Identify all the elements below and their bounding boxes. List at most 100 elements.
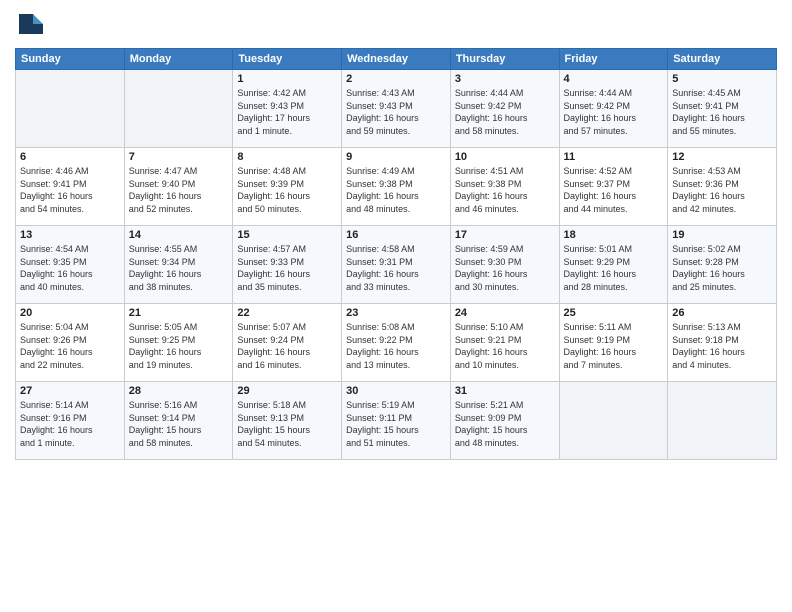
day-info: Sunrise: 4:48 AM Sunset: 9:39 PM Dayligh… (237, 165, 337, 215)
day-number: 4 (564, 73, 664, 85)
day-number: 9 (346, 151, 446, 163)
day-number: 29 (237, 385, 337, 397)
weekday-header-thursday: Thursday (450, 49, 559, 70)
calendar-cell: 29 Sunrise: 5:18 AM Sunset: 9:13 PM Dayli… (233, 382, 342, 460)
calendar-cell: 14Sunrise: 4:55 AM Sunset: 9:34 PM Dayli… (124, 226, 233, 304)
day-info: Sunrise: 5:14 AM Sunset: 9:16 PM Dayligh… (20, 399, 120, 449)
calendar-cell: 9 Sunrise: 4:49 AM Sunset: 9:38 PM Daylig… (342, 148, 451, 226)
day-number: 3 (455, 73, 555, 85)
calendar-cell: 16 Sunrise: 4:58 AM Sunset: 9:31 PM Dayli… (342, 226, 451, 304)
week-row-1: 1 Sunrise: 4:42 AM Sunset: 9:43 PM Daylig… (16, 70, 777, 148)
day-number: 28 (129, 385, 229, 397)
day-info: Sunrise: 4:59 AM Sunset: 9:30 PM Dayligh… (455, 243, 555, 293)
weekday-header-tuesday: Tuesday (233, 49, 342, 70)
calendar-cell: 12 Sunrise: 4:53 AM Sunset: 9:36 PM Dayli… (668, 148, 777, 226)
day-number: 5 (672, 73, 772, 85)
calendar-cell: 21 Sunrise: 5:05 AM Sunset: 9:25 PM Dayli… (124, 304, 233, 382)
weekday-header-row: SundayMondayTuesdayWednesdayThursdayFrid… (16, 49, 777, 70)
calendar-cell: 17 Sunrise: 4:59 AM Sunset: 9:30 PM Dayli… (450, 226, 559, 304)
day-number: 21 (129, 307, 229, 319)
week-row-3: 13 Sunrise: 4:54 AM Sunset: 9:35 PM Dayli… (16, 226, 777, 304)
day-info: Sunrise: 5:13 AM Sunset: 9:18 PM Dayligh… (672, 321, 772, 371)
day-number: 6 (20, 151, 120, 163)
calendar-cell: 27 Sunrise: 5:14 AM Sunset: 9:16 PM Dayli… (16, 382, 125, 460)
calendar-cell: 13 Sunrise: 4:54 AM Sunset: 9:35 PM Dayli… (16, 226, 125, 304)
day-number: 17 (455, 229, 555, 241)
day-info: Sunrise: 5:21 AM Sunset: 9:09 PM Dayligh… (455, 399, 555, 449)
day-info: Sunrise: 4:44 AM Sunset: 9:42 PM Dayligh… (564, 87, 664, 137)
day-info: Sunrise: 5:08 AM Sunset: 9:22 PM Dayligh… (346, 321, 446, 371)
calendar-cell (668, 382, 777, 460)
day-info: Sunrise: 4:51 AM Sunset: 9:38 PM Dayligh… (455, 165, 555, 215)
day-info: Sunrise: 4:52 AM Sunset: 9:37 PM Dayligh… (564, 165, 664, 215)
calendar-cell: 22Sunrise: 5:07 AM Sunset: 9:24 PM Dayli… (233, 304, 342, 382)
calendar-cell (124, 70, 233, 148)
day-info: Sunrise: 4:54 AM Sunset: 9:35 PM Dayligh… (20, 243, 120, 293)
day-info: Sunrise: 4:49 AM Sunset: 9:38 PM Dayligh… (346, 165, 446, 215)
day-number: 18 (564, 229, 664, 241)
day-number: 10 (455, 151, 555, 163)
day-info: Sunrise: 5:11 AM Sunset: 9:19 PM Dayligh… (564, 321, 664, 371)
day-info: Sunrise: 5:10 AM Sunset: 9:21 PM Dayligh… (455, 321, 555, 371)
day-info: Sunrise: 5:04 AM Sunset: 9:26 PM Dayligh… (20, 321, 120, 371)
calendar-cell: 25Sunrise: 5:11 AM Sunset: 9:19 PM Dayli… (559, 304, 668, 382)
day-info: Sunrise: 5:05 AM Sunset: 9:25 PM Dayligh… (129, 321, 229, 371)
weekday-header-sunday: Sunday (16, 49, 125, 70)
day-number: 7 (129, 151, 229, 163)
day-info: Sunrise: 4:44 AM Sunset: 9:42 PM Dayligh… (455, 87, 555, 137)
day-number: 30 (346, 385, 446, 397)
calendar-cell: 24 Sunrise: 5:10 AM Sunset: 9:21 PM Dayli… (450, 304, 559, 382)
weekday-header-friday: Friday (559, 49, 668, 70)
calendar-cell (559, 382, 668, 460)
calendar-cell: 23Sunrise: 5:08 AM Sunset: 9:22 PM Dayli… (342, 304, 451, 382)
day-info: Sunrise: 5:19 AM Sunset: 9:11 PM Dayligh… (346, 399, 446, 449)
calendar-cell: 28 Sunrise: 5:16 AM Sunset: 9:14 PM Dayli… (124, 382, 233, 460)
day-number: 27 (20, 385, 120, 397)
calendar-cell: 20 Sunrise: 5:04 AM Sunset: 9:26 PM Dayli… (16, 304, 125, 382)
calendar-cell: 11 Sunrise: 4:52 AM Sunset: 9:37 PM Dayli… (559, 148, 668, 226)
day-number: 2 (346, 73, 446, 85)
day-number: 11 (564, 151, 664, 163)
calendar-cell: 19 Sunrise: 5:02 AM Sunset: 9:28 PM Dayli… (668, 226, 777, 304)
weekday-header-wednesday: Wednesday (342, 49, 451, 70)
day-info: Sunrise: 5:02 AM Sunset: 9:28 PM Dayligh… (672, 243, 772, 293)
calendar-cell: 5Sunrise: 4:45 AM Sunset: 9:41 PM Daylig… (668, 70, 777, 148)
day-info: Sunrise: 4:58 AM Sunset: 9:31 PM Dayligh… (346, 243, 446, 293)
day-number: 15 (237, 229, 337, 241)
calendar-cell: 1 Sunrise: 4:42 AM Sunset: 9:43 PM Daylig… (233, 70, 342, 148)
calendar: SundayMondayTuesdayWednesdayThursdayFrid… (15, 48, 777, 460)
day-info: Sunrise: 4:47 AM Sunset: 9:40 PM Dayligh… (129, 165, 229, 215)
calendar-cell: 26Sunrise: 5:13 AM Sunset: 9:18 PM Dayli… (668, 304, 777, 382)
day-info: Sunrise: 5:16 AM Sunset: 9:14 PM Dayligh… (129, 399, 229, 449)
page: SundayMondayTuesdayWednesdayThursdayFrid… (0, 0, 792, 612)
week-row-5: 27 Sunrise: 5:14 AM Sunset: 9:16 PM Dayli… (16, 382, 777, 460)
calendar-cell: 18 Sunrise: 5:01 AM Sunset: 9:29 PM Dayli… (559, 226, 668, 304)
calendar-cell: 4 Sunrise: 4:44 AM Sunset: 9:42 PM Daylig… (559, 70, 668, 148)
calendar-cell: 15 Sunrise: 4:57 AM Sunset: 9:33 PM Dayli… (233, 226, 342, 304)
day-number: 1 (237, 73, 337, 85)
day-info: Sunrise: 5:07 AM Sunset: 9:24 PM Dayligh… (237, 321, 337, 371)
day-number: 12 (672, 151, 772, 163)
day-number: 19 (672, 229, 772, 241)
day-number: 31 (455, 385, 555, 397)
day-info: Sunrise: 5:18 AM Sunset: 9:13 PM Dayligh… (237, 399, 337, 449)
day-number: 16 (346, 229, 446, 241)
weekday-header-saturday: Saturday (668, 49, 777, 70)
day-number: 20 (20, 307, 120, 319)
header (15, 10, 777, 40)
day-number: 24 (455, 307, 555, 319)
day-info: Sunrise: 4:42 AM Sunset: 9:43 PM Dayligh… (237, 87, 337, 137)
logo (15, 10, 48, 40)
day-info: Sunrise: 4:57 AM Sunset: 9:33 PM Dayligh… (237, 243, 337, 293)
day-number: 13 (20, 229, 120, 241)
day-info: Sunrise: 5:01 AM Sunset: 9:29 PM Dayligh… (564, 243, 664, 293)
day-info: Sunrise: 4:55 AM Sunset: 9:34 PM Dayligh… (129, 243, 229, 293)
calendar-cell: 2Sunrise: 4:43 AM Sunset: 9:43 PM Daylig… (342, 70, 451, 148)
calendar-cell: 6 Sunrise: 4:46 AM Sunset: 9:41 PM Daylig… (16, 148, 125, 226)
logo-icon (15, 10, 45, 40)
calendar-cell: 31 Sunrise: 5:21 AM Sunset: 9:09 PM Dayli… (450, 382, 559, 460)
day-number: 8 (237, 151, 337, 163)
day-info: Sunrise: 4:46 AM Sunset: 9:41 PM Dayligh… (20, 165, 120, 215)
day-info: Sunrise: 4:53 AM Sunset: 9:36 PM Dayligh… (672, 165, 772, 215)
calendar-cell: 8 Sunrise: 4:48 AM Sunset: 9:39 PM Daylig… (233, 148, 342, 226)
